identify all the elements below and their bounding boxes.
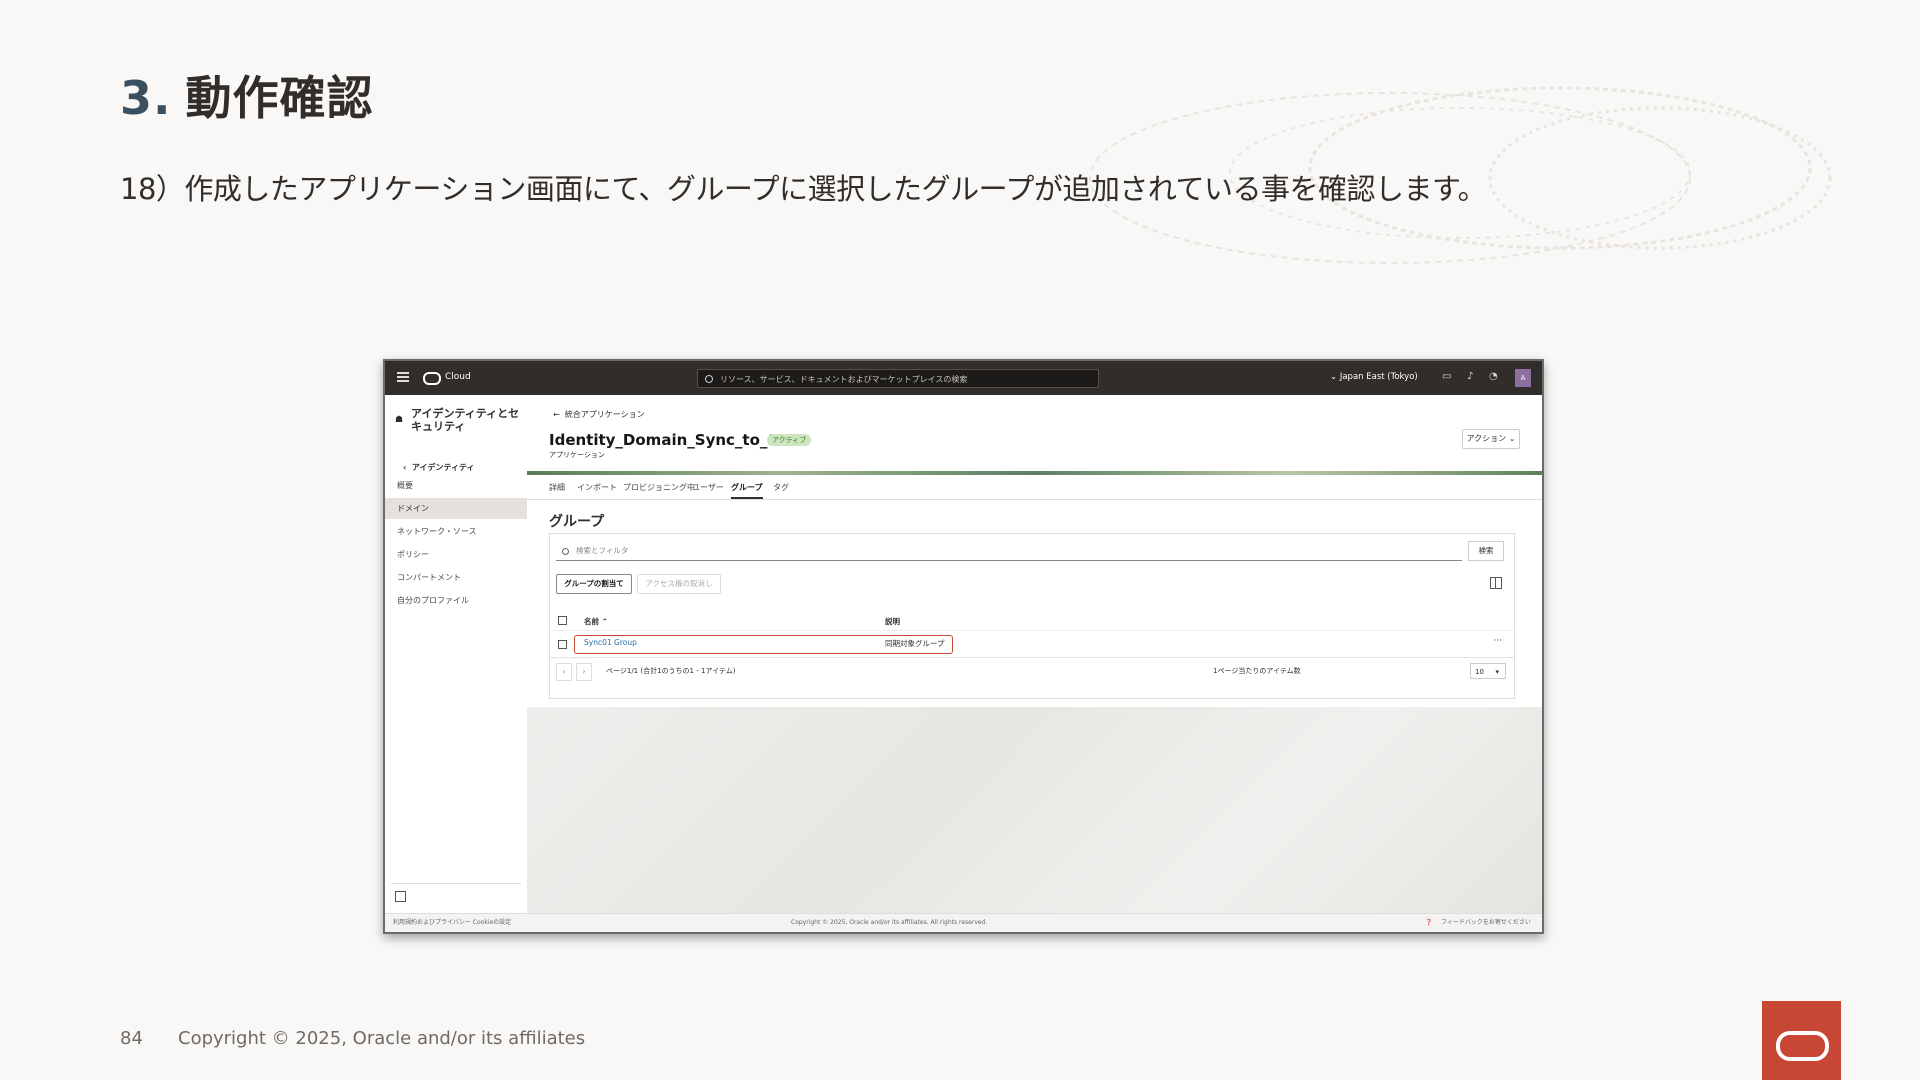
breadcrumb[interactable]: ← 統合アプリケーション [553,409,645,420]
sidebar-item-my-profile[interactable]: 自分のプロファイル [385,590,527,611]
prev-page-button[interactable]: ‹ [556,663,572,681]
highlight-box [574,635,953,654]
sidebar-item-network-sources[interactable]: ネットワーク・ソース [385,521,527,542]
sidebar-item-policies[interactable]: ポリシー [385,544,527,565]
status-badge: アクティブ [767,434,812,446]
per-page-value: 10 [1475,668,1484,676]
per-page-label: 1ページ当たりのアイテム数 [1213,667,1301,675]
search-icon [562,548,569,555]
pagination: ‹ › ページ1/1 (合計1のうちの1 - 1アイテム) 1ページ当たりのアイ… [550,658,1514,684]
search-button[interactable]: 検索 [1468,541,1504,561]
footer-links[interactable]: 利用規約およびプライバシー Cookieの設定 [393,914,511,932]
background-area [527,707,1542,914]
sidebar-item-domains[interactable]: ドメイン [385,498,527,519]
console-topbar: Cloud リソース、サービス、ドキュメントおよびマーケットプレイスの検索 ⌄ … [385,361,1542,395]
actions-dropdown[interactable]: アクション ⌄ [1462,429,1520,449]
slide-title: 3. 動作確認 [120,62,373,128]
oracle-brand-box [1762,1001,1841,1080]
tab-tags[interactable]: タグ [773,482,789,493]
per-page-select[interactable]: 10 ▾ [1470,663,1506,679]
oracle-logo-icon[interactable] [423,372,441,385]
feedback-link[interactable]: フィードバックをお寄せください [1441,914,1531,932]
section-title: グループ [549,514,605,530]
column-header-name[interactable]: 名前 ⌃ [584,616,608,627]
bell-icon[interactable]: ♪ [1467,371,1473,382]
slide-copyright: Copyright © 2025, Oracle and/or its affi… [178,1028,586,1049]
actions-label: アクション [1466,434,1507,443]
oracle-logo-icon [1776,1031,1829,1061]
filter-input[interactable]: 検索とフィルタ [556,541,1462,561]
table-header: 名前 ⌃ 説明 [550,612,1514,630]
assign-groups-button[interactable]: グループの割当て [556,574,632,594]
sidebar-item-overview[interactable]: 概要 [385,475,527,496]
search-placeholder: リソース、サービス、ドキュメントおよびマーケットプレイスの検索 [720,375,968,384]
brand-label[interactable]: Cloud [445,372,471,382]
row-actions-icon[interactable]: ··· [1493,636,1502,646]
main-content: ← 統合アプリケーション Identity_Domain_Sync_to_SP … [527,395,1542,914]
row-checkbox[interactable] [558,640,567,649]
chevron-down-icon: ▾ [1495,668,1499,676]
feedback-icon[interactable]: ❓ [1425,914,1432,932]
console-screenshot: Cloud リソース、サービス、ドキュメントおよびマーケットプレイスの検索 ⌄ … [383,359,1544,934]
identity-icon: ☗ [395,415,404,425]
tab-details[interactable]: 詳細 [549,482,565,493]
pagination-summary: ページ1/1 (合計1のうちの1 - 1アイテム) [606,667,736,675]
global-search-input[interactable]: リソース、サービス、ドキュメントおよびマーケットプレイスの検索 [697,369,1099,388]
slide-description: 18）作成したアプリケーション画面にて、グループに選択したグループが追加されてい… [120,172,1487,206]
console-icon[interactable]: ▭ [1442,371,1451,382]
sidebar-back-link[interactable]: ‹ アイデンティティ [403,462,475,473]
column-header-description: 説明 [885,617,900,626]
region-label: Japan East (Tokyo) [1339,372,1418,382]
tab-import[interactable]: インポート [577,482,617,493]
sidebar-divider [391,883,521,884]
page-number: 84 [120,1028,143,1049]
search-icon [705,375,713,383]
page-title: Identity_Domain_Sync_to_SP [549,431,790,449]
revoke-access-button[interactable]: アクセス権の取消し [637,574,721,594]
columns-icon[interactable] [1490,577,1502,589]
sidebar: ☗ アイデンティティとセキュリティ ‹ アイデンティティ 概要 ドメイン ネット… [385,395,528,914]
footer-copyright: Copyright © 2025, Oracle and/or its affi… [791,919,988,926]
slide-title-number: 3. [120,71,172,125]
sidebar-back-label: アイデンティティ [411,463,475,472]
filter-placeholder: 検索とフィルタ [576,546,629,555]
page-subtitle: アプリケーション [549,451,605,459]
collapse-sidebar-icon[interactable] [395,891,406,902]
sidebar-item-compartments[interactable]: コンパートメント [385,567,527,588]
help-icon[interactable]: ◔ [1489,371,1498,382]
select-all-checkbox[interactable] [558,616,567,625]
hamburger-menu-icon[interactable] [397,370,409,384]
next-page-button[interactable]: › [576,663,592,681]
tab-bar: 詳細 インポート プロビジョニング中 ユーザー グループ タグ [527,475,1542,500]
sidebar-title: アイデンティティとセキュリティ [411,407,520,433]
breadcrumb-label: 統合アプリケーション [564,410,645,419]
tab-provisioning[interactable]: プロビジョニング中 [623,482,695,493]
tab-users[interactable]: ユーザー [692,482,724,493]
console-footer: 利用規約およびプライバシー Cookieの設定 Copyright © 2025… [385,913,1542,932]
avatar[interactable]: A [1515,369,1531,387]
slide-title-text: 動作確認 [185,71,374,125]
groups-table-panel: 検索とフィルタ 検索 グループの割当て アクセス権の取消し 名前 ⌃ 説明 Sy… [549,533,1515,699]
tab-groups[interactable]: グループ [731,482,763,499]
region-selector[interactable]: ⌄ Japan East (Tokyo) [1330,372,1418,382]
column-header-name-label: 名前 [584,617,599,626]
